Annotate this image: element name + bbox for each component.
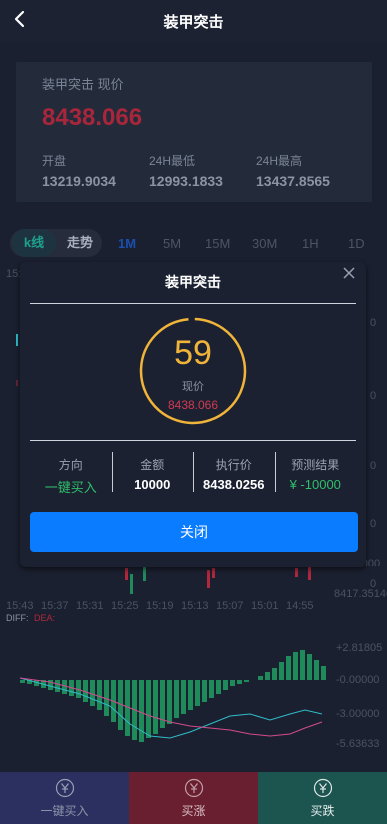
period-5m[interactable]: 5M (163, 236, 181, 251)
close-icon[interactable] (342, 266, 356, 280)
exec-price-label: 执行价 (215, 458, 252, 472)
high-label: 24H最高 (256, 154, 303, 168)
amount-label: 金额 (140, 458, 165, 472)
tab-kline[interactable]: k线 (12, 229, 56, 257)
direction-value: 一键买入 (44, 480, 97, 495)
buy-down-button[interactable]: 买跌 (258, 772, 387, 824)
ticker-card: 装甲突击 现价 8438.066 开盘 13219.9034 24H最低 129… (16, 62, 372, 202)
tab-trend[interactable]: 走势 (58, 229, 102, 257)
chart-type-toggle: k线 走势 (10, 229, 102, 257)
low-label: 24H最低 (149, 154, 196, 168)
nav-header: 装甲突击 (0, 0, 387, 42)
amount-column: 金额 10000 (111, 450, 194, 496)
chart-tabs: k线 走势 1M 5M 15M 30M 1H 1D (0, 226, 387, 260)
buy-up-button[interactable]: 买涨 (129, 772, 258, 824)
direction-label: 方向 (58, 458, 83, 472)
page-title: 装甲突击 (163, 13, 224, 31)
period-1d[interactable]: 1D (348, 236, 365, 251)
period-1m[interactable]: 1M (118, 236, 136, 251)
amount-value: 10000 (134, 477, 171, 492)
direction-column: 方向 一键买入 (30, 450, 112, 496)
app-page: 装甲突击 装甲突击 现价 8438.066 开盘 13219.9034 24H最… (0, 0, 387, 824)
ticker-price: 8438.066 (42, 104, 143, 131)
low-stat: 24H最低 12993.1833 (149, 152, 223, 189)
exec-price-value: 8438.0256 (203, 477, 265, 492)
result-value: ¥ -10000 (289, 477, 341, 492)
divider (30, 303, 356, 304)
period-1h[interactable]: 1H (302, 236, 319, 251)
exec-price-column: 执行价 8438.0256 (193, 450, 275, 496)
result-label: 预测结果 (291, 458, 340, 472)
divider (30, 440, 356, 441)
low-value: 12993.1833 (149, 173, 223, 189)
modal-title: 装甲突击 (165, 274, 221, 290)
open-label: 开盘 (42, 154, 67, 168)
quick-buy-button[interactable]: 一键买入 (0, 772, 129, 824)
high-stat: 24H最高 13437.8565 (256, 152, 330, 189)
trade-bar: 一键买入 买涨 买跌 (0, 772, 387, 824)
buy-down-label: 买跌 (310, 804, 335, 818)
quick-buy-label: 一键买入 (40, 804, 89, 818)
yen-circle-icon (313, 778, 332, 798)
high-value: 13437.8565 (256, 173, 330, 189)
period-15m[interactable]: 15M (205, 236, 230, 251)
close-button[interactable]: 关闭 (30, 512, 358, 552)
current-price-label: 现价 (182, 381, 204, 393)
current-price-value: 8438.066 (167, 398, 219, 412)
ticker-name: 装甲突击 现价 (42, 77, 124, 92)
order-details: 方向 一键买入 金额 10000 执行价 8438.0256 预测结果 ¥ -1… (30, 450, 356, 496)
order-result-modal: 装甲突击 59 现价 8438.066 方向 一键买入 金额 10000 执行价… (20, 262, 366, 567)
yen-circle-icon (184, 778, 203, 798)
countdown-value: 59 (174, 334, 212, 372)
buy-up-label: 买涨 (181, 804, 206, 818)
open-stat: 开盘 13219.9034 (42, 152, 116, 189)
open-value: 13219.9034 (42, 173, 116, 189)
result-column: 预测结果 ¥ -10000 (274, 450, 357, 496)
back-arrow-icon[interactable] (10, 9, 30, 29)
yen-circle-icon (55, 778, 74, 798)
period-30m[interactable]: 30M (252, 236, 277, 251)
